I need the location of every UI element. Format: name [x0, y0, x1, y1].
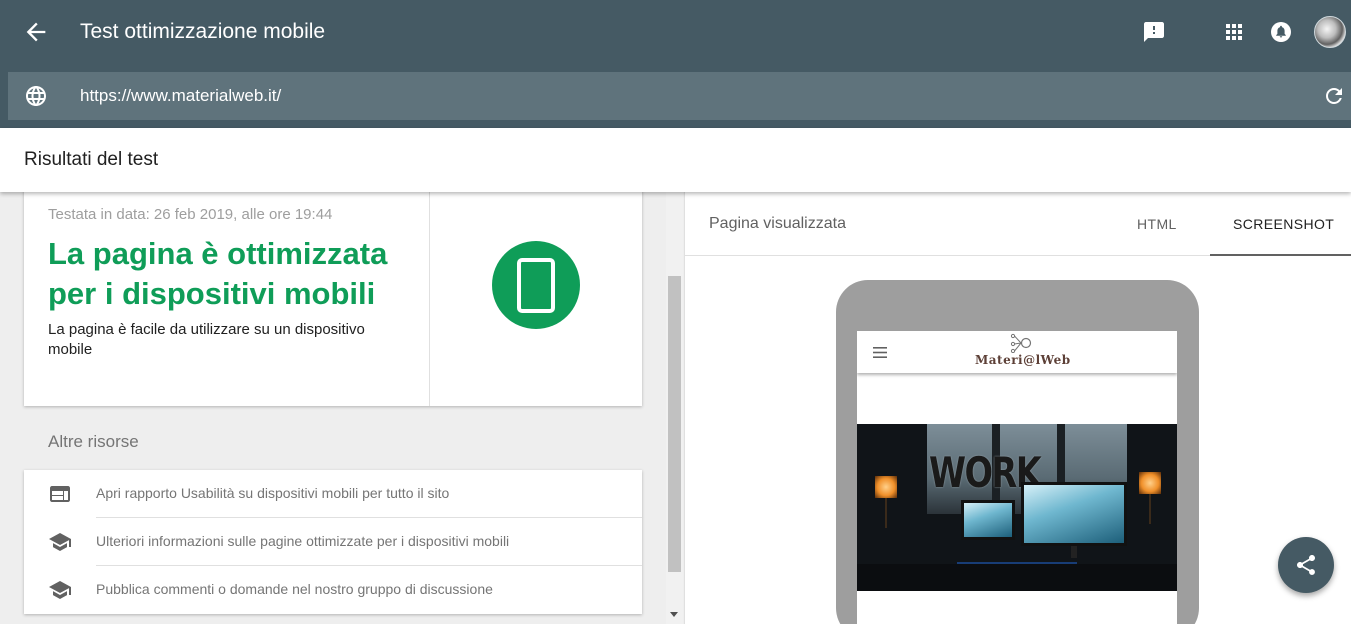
feedback-icon[interactable] [1142, 20, 1166, 44]
result-card: Testata in data: 26 feb 2019, alle ore 1… [24, 192, 642, 406]
back-arrow-icon[interactable] [22, 18, 50, 46]
url-field[interactable]: https://www.materialweb.it/ [80, 86, 281, 106]
tested-date: Testata in data: 26 feb 2019, alle ore 1… [48, 206, 333, 223]
preview-tabs: Pagina visualizzata HTML SCREENSHOT [685, 192, 1351, 256]
phone-preview-frame: Materi@lWeb WORK [836, 280, 1199, 624]
scrollbar[interactable] [666, 192, 683, 624]
app-bar: Test ottimizzazione mobile https://www.m… [0, 0, 1351, 128]
resource-label: Apri rapporto Usabilità su dispositivi m… [96, 485, 450, 501]
share-icon [1297, 555, 1315, 575]
web-icon [50, 486, 70, 502]
mobile-friendly-icon [492, 241, 580, 329]
scroll-down-arrow-icon[interactable] [670, 612, 678, 617]
resource-label: Pubblica commenti o domande nel nostro g… [96, 581, 493, 597]
globe-icon [26, 86, 46, 106]
notifications-icon[interactable] [1269, 20, 1293, 44]
page-title: Risultati del test [24, 149, 159, 170]
card-divider [429, 192, 430, 406]
resources-list: Apri rapporto Usabilità su dispositivi m… [24, 470, 642, 614]
site-header: Materi@lWeb [857, 331, 1177, 373]
resource-discussion-group[interactable]: Pubblica commenti o domande nel nostro g… [24, 566, 642, 614]
apps-grid-icon[interactable] [1222, 20, 1246, 44]
monitor-stand [1071, 546, 1077, 558]
resource-learn-more[interactable]: Ulteriori informazioni sulle pagine otti… [24, 518, 642, 566]
resource-label: Ulteriori informazioni sulle pagine otti… [96, 533, 510, 549]
menu-icon [873, 347, 887, 358]
results-header: Risultati del test [0, 128, 1351, 192]
lamp-left [875, 476, 897, 498]
account-avatar[interactable] [1314, 16, 1346, 48]
result-title: La pagina è ottimizzata per i dispositiv… [48, 236, 388, 311]
school-icon [49, 533, 71, 551]
results-pane: Testata in data: 26 feb 2019, alle ore 1… [0, 192, 666, 624]
site-logo-text: Materi@lWeb [975, 353, 1071, 367]
lamp-stand [885, 498, 887, 528]
school-icon [49, 581, 71, 599]
tab-html[interactable]: HTML [1137, 216, 1177, 232]
url-bar[interactable]: https://www.materialweb.it/ [8, 72, 1351, 120]
share-button[interactable] [1278, 537, 1334, 593]
monitor-large [1021, 482, 1127, 546]
resources-title: Altre risorse [48, 432, 139, 451]
monitor-small [961, 500, 1015, 540]
refresh-icon[interactable] [1322, 84, 1346, 108]
hero-image: WORK [857, 424, 1177, 591]
smartphone-icon [517, 258, 555, 313]
scrollbar-thumb[interactable] [668, 276, 681, 572]
site-logo-icon [1010, 333, 1032, 353]
preview-pane: Pagina visualizzata HTML SCREENSHOT Mate… [684, 192, 1351, 624]
rendered-page-label: Pagina visualizzata [709, 215, 846, 232]
desk [857, 564, 1177, 591]
tab-screenshot[interactable]: SCREENSHOT [1233, 216, 1334, 232]
lamp-right [1139, 472, 1161, 494]
app-title: Test ottimizzazione mobile [80, 20, 326, 43]
active-tab-indicator [1210, 254, 1351, 256]
lamp-stand [1149, 494, 1151, 524]
page-screenshot: Materi@lWeb WORK [857, 331, 1177, 624]
resource-usability-report[interactable]: Apri rapporto Usabilità su dispositivi m… [24, 470, 642, 518]
result-description: La pagina è facile da utilizzare su un d… [48, 321, 365, 358]
